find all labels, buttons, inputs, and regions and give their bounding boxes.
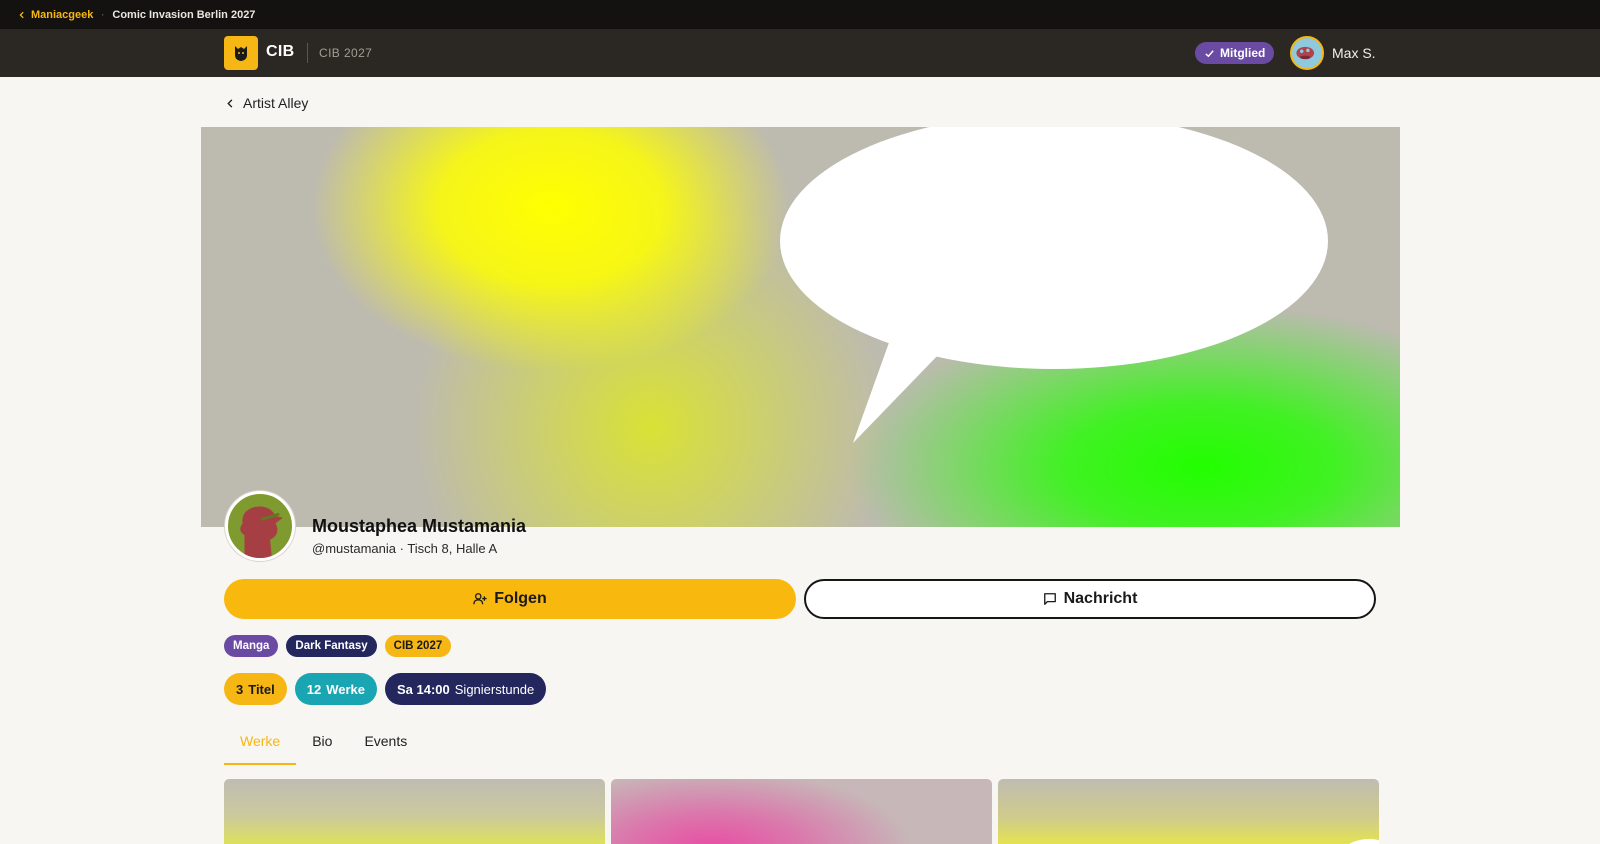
stat-titles-value: 3 xyxy=(236,681,244,697)
edition-label: CIB 2027 xyxy=(319,46,373,60)
follow-button[interactable]: Folgen xyxy=(224,579,796,619)
message-button[interactable]: Nachricht xyxy=(804,579,1376,619)
stat-works-value: 12 xyxy=(306,681,322,697)
artist-avatar xyxy=(225,491,295,561)
user-plus-icon xyxy=(473,593,487,605)
top-bar: Maniacgeek · Comic Invasion Berlin 2027 xyxy=(0,0,1600,29)
stat-works-unit: Werke xyxy=(326,681,365,697)
check-icon xyxy=(1205,49,1214,57)
member-badge: Mitglied xyxy=(1195,42,1275,64)
stat-works[interactable]: 12 Werke xyxy=(294,673,377,705)
stat-signing-value: Sa 14:00 xyxy=(397,681,450,697)
work-card[interactable] xyxy=(998,779,1379,844)
work-card[interactable] xyxy=(224,779,605,844)
brand-logo[interactable] xyxy=(224,36,258,70)
mascot-icon xyxy=(235,46,247,61)
tab-events[interactable]: Events xyxy=(348,727,423,765)
app-header: CIB CIB 2027 Mitglied Max S. xyxy=(0,29,1600,77)
member-badge-label: Mitglied xyxy=(1220,46,1266,60)
separator: · xyxy=(101,9,105,20)
stat-signing[interactable]: Sa 14:00 Signierstunde xyxy=(385,673,547,705)
artist-stats: 3 Titel 12 Werke Sa 14:00 Signierstunde xyxy=(224,673,547,705)
stat-titles[interactable]: 3 Titel xyxy=(224,673,287,705)
tab-bio[interactable]: Bio xyxy=(296,727,348,765)
back-to-maniacgeek-link[interactable]: Maniacgeek xyxy=(18,9,93,21)
avatar-illustration xyxy=(1296,46,1315,60)
tag-cib-2027[interactable]: CIB 2027 xyxy=(384,635,452,657)
chevron-left-icon xyxy=(19,11,24,18)
tab-werke[interactable]: Werke xyxy=(224,727,297,765)
message-square-icon xyxy=(1043,593,1056,605)
user-name[interactable]: Max S. xyxy=(1332,45,1376,61)
user-avatar[interactable] xyxy=(1290,36,1324,70)
chevron-left-icon xyxy=(227,98,233,108)
message-label: Nachricht xyxy=(1063,590,1138,607)
tag-dark-fantasy[interactable]: Dark Fantasy xyxy=(286,635,377,657)
follow-label: Folgen xyxy=(494,590,547,607)
speech-bubble-graphic xyxy=(780,127,1328,443)
artist-meta: @mustamania · Tisch 8, Halle A xyxy=(312,541,498,556)
breadcrumb-label: Artist Alley xyxy=(243,95,309,111)
stat-signing-unit: Signierstunde xyxy=(454,681,535,697)
profile-banner xyxy=(201,127,1400,527)
back-label: Maniacgeek xyxy=(31,8,94,21)
breadcrumb-back[interactable]: Artist Alley xyxy=(226,95,308,111)
stat-titles-unit: Titel xyxy=(248,681,275,697)
artist-avatar-illustration xyxy=(240,506,283,558)
event-name: Comic Invasion Berlin 2027 xyxy=(112,8,256,21)
genre-tags: Manga Dark Fantasy CIB 2027 xyxy=(224,635,452,657)
artist-name: Moustaphea Mustamania xyxy=(312,516,527,536)
header-divider xyxy=(307,43,308,63)
works-grid xyxy=(224,779,1379,844)
tag-manga[interactable]: Manga xyxy=(224,635,279,657)
profile-tabs: Werke Bio Events xyxy=(224,727,423,765)
brand-name: CIB xyxy=(266,43,295,60)
work-card[interactable] xyxy=(611,779,992,844)
